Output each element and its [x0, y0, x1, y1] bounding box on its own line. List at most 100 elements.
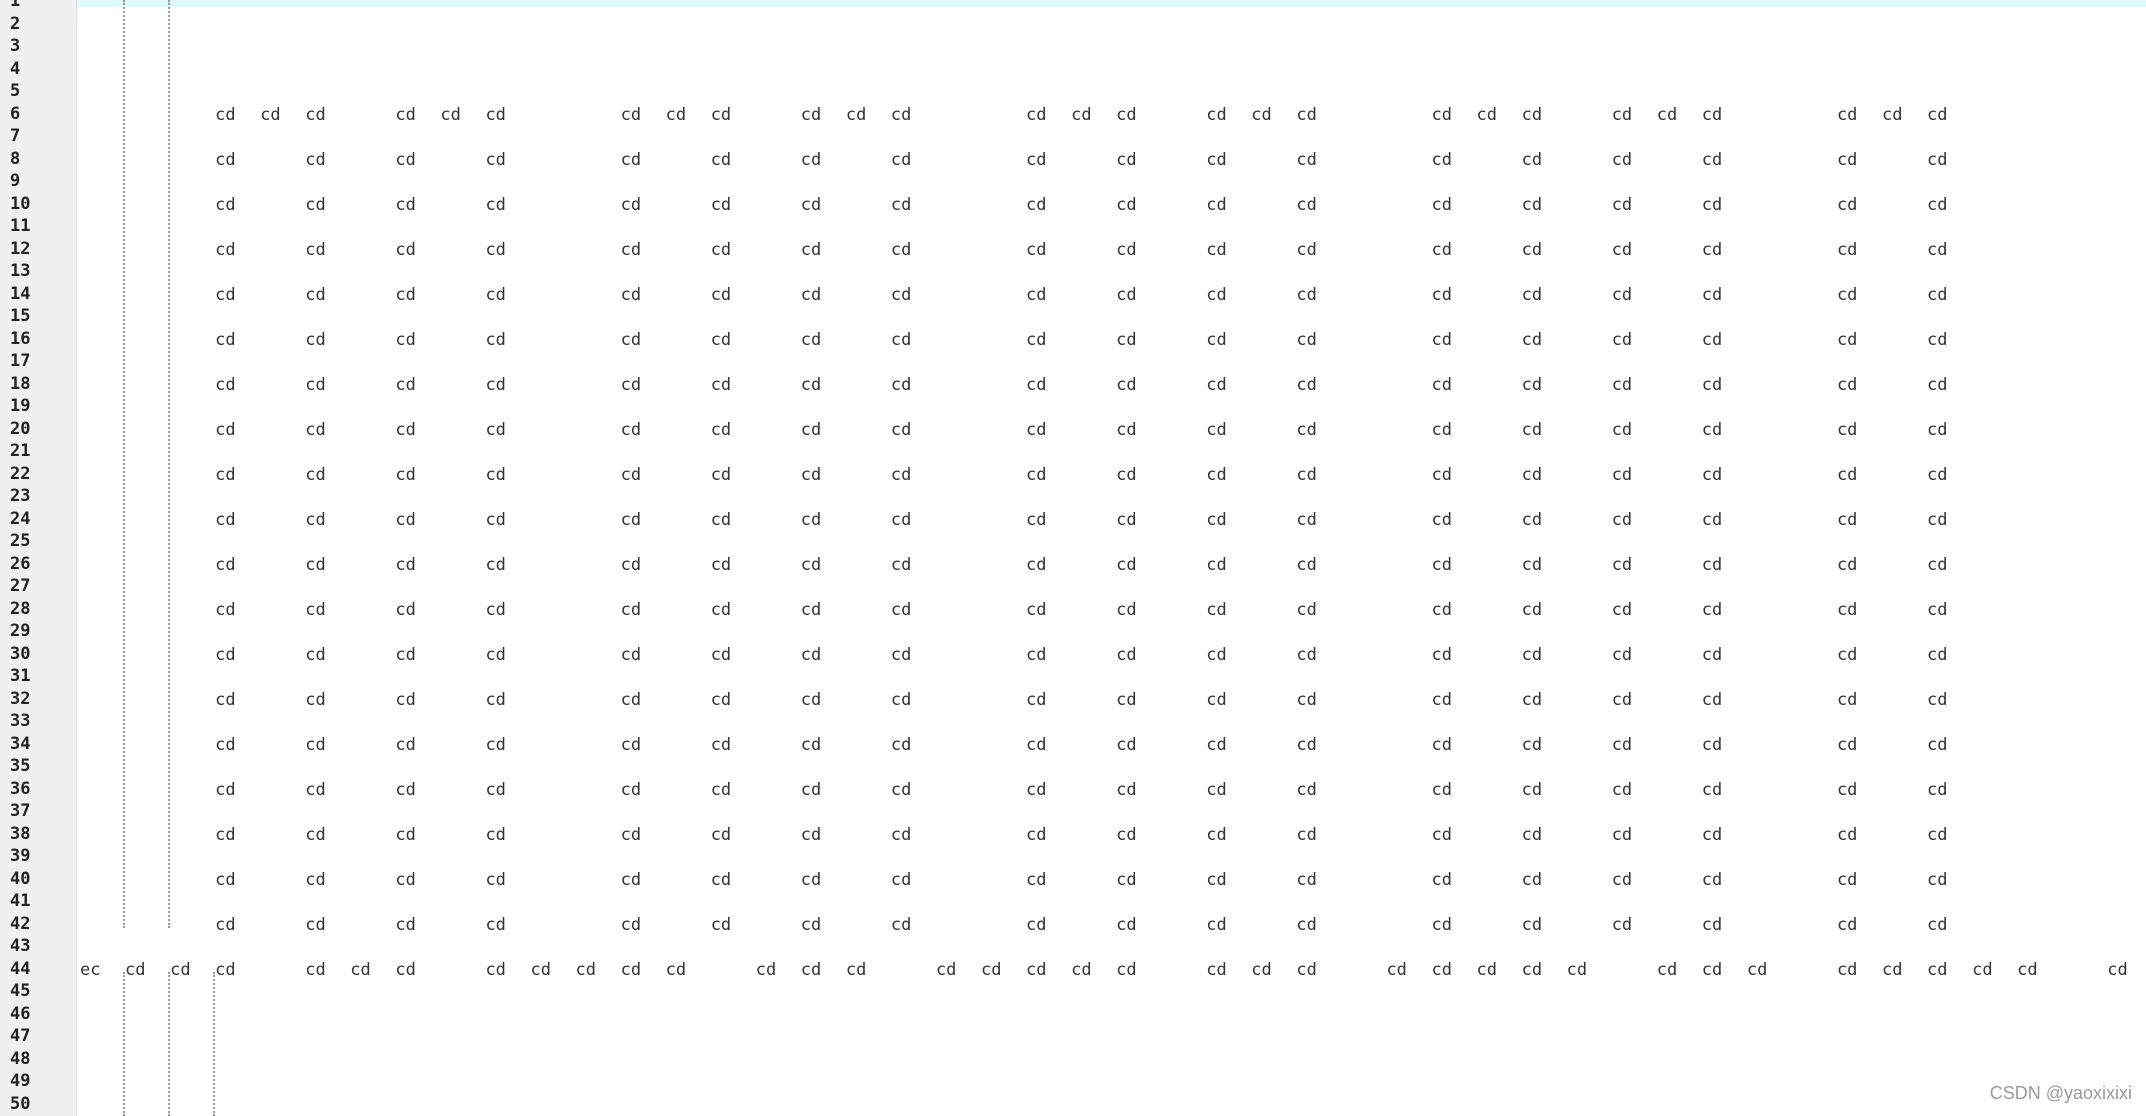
text-token: cd: [800, 689, 822, 710]
text-token: cd: [890, 779, 912, 800]
text-token: cd: [1611, 149, 1633, 170]
text-token: cd: [1521, 554, 1543, 575]
text-token: cd: [800, 239, 822, 260]
text-token: cd: [485, 509, 506, 530]
text-token: cd: [1431, 914, 1452, 935]
text-token: cd: [755, 959, 777, 980]
text-token: cd: [710, 779, 732, 800]
line-number: 32: [10, 688, 31, 709]
text-token: cd: [1026, 329, 1047, 350]
text-token: cd: [665, 959, 687, 980]
text-token: cd: [2017, 959, 2038, 980]
text-token: cd: [800, 104, 822, 125]
text-token: cd: [1431, 374, 1452, 395]
text-token: cd: [530, 959, 551, 980]
line-number: 18: [10, 373, 31, 394]
text-token: cd: [485, 554, 506, 575]
text-token: cd: [485, 689, 506, 710]
text-token: cd: [710, 824, 732, 845]
text-token: cd: [1206, 644, 1227, 665]
text-token: cd: [1206, 779, 1227, 800]
text-editor[interactable]: 1 2 3 4 5 6 7 8 9 10 11 12 13 14 15 16 17 18 19 20 21 22 23 24 2…: [0, 0, 2146, 1116]
text-token: cd: [305, 824, 326, 845]
text-token: cd: [1521, 914, 1543, 935]
text-token: cd: [1296, 689, 1317, 710]
text-token: cd: [710, 869, 732, 890]
text-token: cd: [890, 734, 912, 755]
text-token: cd: [1206, 734, 1227, 755]
text-token: cd: [1521, 599, 1543, 620]
text-token: cd: [1431, 734, 1452, 755]
text-token: cd: [1026, 779, 1047, 800]
text-token: cd: [1476, 959, 1498, 980]
text-token: cd: [800, 149, 822, 170]
text-token: cd: [800, 464, 822, 485]
text-token: cd: [395, 824, 416, 845]
text-token: cd: [620, 689, 642, 710]
line-number: 17: [10, 351, 31, 371]
text-token: cd: [485, 284, 506, 305]
text-token: cd: [395, 599, 416, 620]
text-token: cd: [305, 194, 326, 215]
text-token: cd: [1836, 104, 1858, 125]
text-token: cd: [1701, 689, 1723, 710]
text-token: cd: [305, 959, 326, 980]
line-number: 50: [10, 1093, 31, 1114]
text-token: cd: [1296, 284, 1317, 305]
text-token: cd: [1701, 779, 1723, 800]
text-token: cd: [800, 914, 822, 935]
text-token: cd: [395, 329, 416, 350]
text-token: cd: [1296, 644, 1317, 665]
text-token: cd: [1206, 284, 1227, 305]
text-token: cd: [1701, 869, 1723, 890]
text-area[interactable]: [77, 0, 2146, 1116]
text-token: cd: [1116, 239, 1137, 260]
line-number: 10: [10, 193, 31, 214]
text-token: cd: [1431, 959, 1452, 980]
text-token: cd: [485, 824, 506, 845]
text-token: cd: [1701, 509, 1723, 530]
line-number: 6: [10, 103, 21, 124]
text-token: cd: [1836, 464, 1858, 485]
text-token: cd: [1882, 959, 1903, 980]
text-token: cd: [1116, 149, 1137, 170]
text-token: cd: [1026, 464, 1047, 485]
text-token: cd: [305, 464, 326, 485]
indent-guide: [123, 0, 125, 928]
text-token: cd: [1927, 194, 1948, 215]
text-token: cd: [1206, 239, 1227, 260]
text-token: cd: [1836, 959, 1858, 980]
text-token: cd: [305, 554, 326, 575]
line-number: 11: [10, 216, 31, 236]
line-number: 44: [10, 958, 31, 979]
text-token: cd: [800, 734, 822, 755]
text-token: cd: [800, 419, 822, 440]
text-token: cd: [1701, 104, 1723, 125]
text-token: cd: [1836, 554, 1858, 575]
text-token: cd: [845, 104, 867, 125]
text-token: cd: [1701, 239, 1723, 260]
text-token: cd: [890, 194, 912, 215]
text-token: cd: [890, 599, 912, 620]
line-number: 22: [10, 463, 31, 484]
text-token: cd: [1116, 689, 1137, 710]
text-token: cd: [1927, 464, 1948, 485]
text-token: cd: [710, 239, 732, 260]
text-token: cd: [620, 374, 642, 395]
text-token: cd: [1206, 464, 1227, 485]
text-token: cd: [1701, 734, 1723, 755]
text-token: cd: [1431, 554, 1452, 575]
text-token: cd: [1431, 599, 1452, 620]
text-token: cd: [620, 419, 642, 440]
text-token: cd: [1296, 464, 1317, 485]
text-token: cd: [485, 464, 506, 485]
text-token: cd: [215, 464, 236, 485]
text-token: cd: [1701, 149, 1723, 170]
line-number: 34: [10, 733, 31, 754]
text-token: cd: [710, 734, 732, 755]
text-token: cd: [710, 554, 732, 575]
line-number: 38: [10, 823, 31, 844]
text-token: cd: [485, 239, 506, 260]
text-token: cd: [1836, 329, 1858, 350]
text-token: cd: [395, 104, 416, 125]
